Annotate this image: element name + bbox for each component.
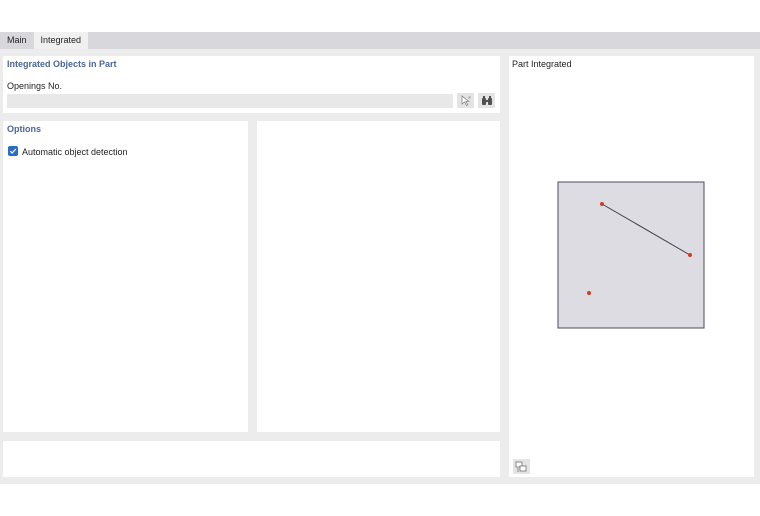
find-button[interactable] xyxy=(478,93,495,108)
details-panel xyxy=(257,121,500,432)
checkmark-icon xyxy=(9,148,17,154)
integrated-objects-panel: Integrated Objects in Part Openings No. xyxy=(3,56,500,113)
preview-settings-icon xyxy=(515,461,527,471)
preview-settings-button[interactable] xyxy=(513,459,530,474)
pick-select-icon xyxy=(461,95,471,106)
integrated-point xyxy=(600,202,604,206)
part-surface xyxy=(557,181,705,329)
tab-bar: Main Integrated xyxy=(0,32,760,49)
openings-label: Openings No. xyxy=(7,81,63,91)
tab-integrated[interactable]: Integrated xyxy=(33,32,89,49)
binoculars-icon xyxy=(481,96,492,105)
automatic-detection-label: Automatic object detection xyxy=(22,147,128,157)
preview-canvas xyxy=(557,181,705,329)
options-panel: Options Automatic object detection xyxy=(3,121,248,432)
preview-panel: Part Integrated xyxy=(509,56,754,477)
integrated-objects-title: Integrated Objects in Part xyxy=(7,59,117,69)
openings-input[interactable] xyxy=(7,94,453,108)
comment-panel xyxy=(3,441,500,477)
integrated-point xyxy=(688,253,692,257)
integrated-point xyxy=(587,291,591,295)
options-title: Options xyxy=(7,124,41,134)
tab-content: Integrated Objects in Part Openings No. … xyxy=(0,49,760,484)
tab-main[interactable]: Main xyxy=(0,32,34,49)
automatic-detection-checkbox[interactable] xyxy=(8,146,18,156)
pick-select-button[interactable] xyxy=(457,93,474,108)
